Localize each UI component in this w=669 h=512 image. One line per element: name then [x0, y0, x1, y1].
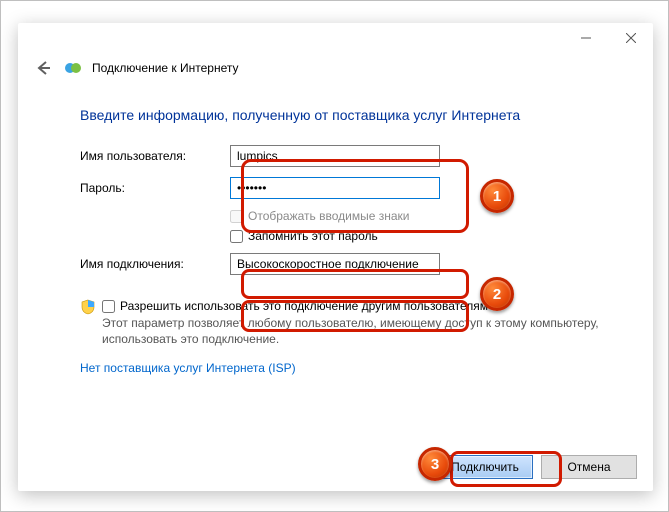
remember-password-checkbox[interactable]: Запомнить этот пароль: [230, 229, 617, 243]
remember-password-label: Запомнить этот пароль: [248, 229, 378, 243]
minimize-button[interactable]: [563, 24, 608, 52]
connect-button[interactable]: Подключить: [437, 455, 533, 479]
password-input[interactable]: [230, 177, 440, 199]
show-chars-label: Отображать вводимые знаки: [248, 209, 409, 223]
globe-icon: [64, 59, 82, 77]
show-chars-checkbox[interactable]: Отображать вводимые знаки: [230, 209, 617, 223]
instruction-heading: Введите информацию, полученную от постав…: [80, 107, 617, 123]
back-arrow-icon[interactable]: [32, 57, 54, 79]
share-connection-description: Этот параметр позволяет любому пользоват…: [102, 315, 617, 347]
cancel-button[interactable]: Отмена: [541, 455, 637, 479]
username-input[interactable]: [230, 145, 440, 167]
header: Подключение к Интернету: [18, 53, 653, 79]
share-connection-label: Разрешить использовать это подключение д…: [120, 299, 488, 313]
conn-name-label: Имя подключения:: [80, 257, 230, 271]
shield-icon: [80, 299, 96, 315]
titlebar: [18, 23, 653, 53]
wizard-window: Подключение к Интернету Введите информац…: [18, 23, 653, 491]
password-label: Пароль:: [80, 181, 230, 195]
share-connection-checkbox[interactable]: Разрешить использовать это подключение д…: [102, 299, 617, 313]
username-label: Имя пользователя:: [80, 149, 230, 163]
window-title: Подключение к Интернету: [92, 61, 239, 75]
no-isp-link[interactable]: Нет поставщика услуг Интернета (ISP): [80, 361, 296, 375]
close-button[interactable]: [608, 24, 653, 52]
conn-name-input[interactable]: [230, 253, 440, 275]
